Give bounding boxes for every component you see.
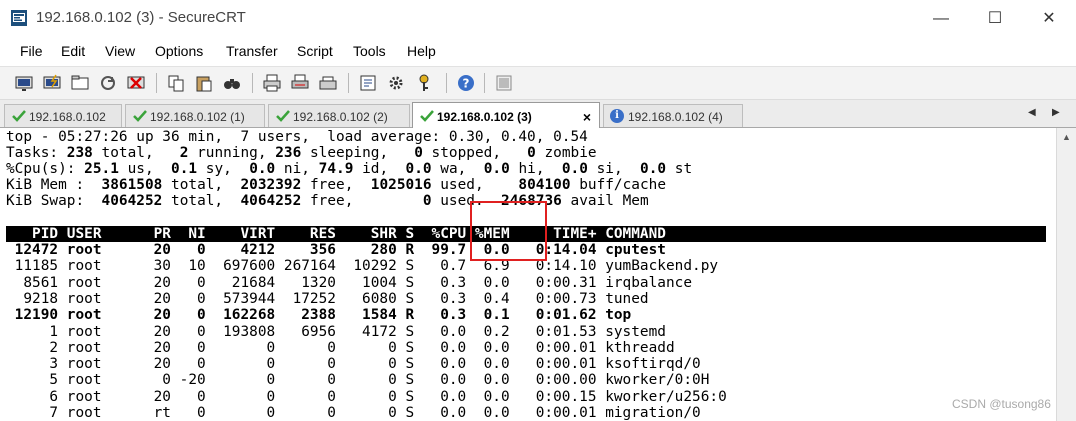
print-setup-icon[interactable]: [318, 73, 338, 93]
global-options-icon[interactable]: [386, 73, 406, 93]
process-row: 6 root 20 0 0 0 0 S 0.0 0.0 0:00.15 kwor…: [6, 388, 727, 405]
menu-bar: File Edit View Options Transfer Script T…: [0, 38, 1076, 64]
menu-view[interactable]: View: [105, 43, 135, 59]
disconnect-icon[interactable]: [126, 73, 146, 93]
top-mem-line: KiB Mem : 3861508 total, 2032392 free, 1…: [6, 177, 667, 193]
process-row: 12472 root 20 0 4212 356 280 R 99.7 0.0 …: [6, 242, 666, 258]
help-icon[interactable]: ?: [456, 73, 476, 93]
find-icon[interactable]: [222, 73, 242, 93]
menu-script[interactable]: Script: [297, 43, 333, 59]
menu-help[interactable]: Help: [407, 43, 436, 59]
toolbar-separator: [156, 73, 157, 93]
session-tab-bar: 192.168.0.102 192.168.0.102 (1) 192.168.…: [0, 100, 1076, 128]
toolbar-separator: [348, 73, 349, 93]
cpu-highlight-box: [470, 201, 547, 261]
copy-icon[interactable]: [166, 73, 186, 93]
process-table-header: PID USER PR NI VIRT RES SHR S %CPU %MEM …: [6, 226, 666, 242]
tab-label: 192.168.0.102: [29, 110, 106, 124]
session-options-icon[interactable]: [358, 73, 378, 93]
toolbar-separator: [484, 73, 485, 93]
process-row: 12190 root 20 0 162268 2388 1584 R 0.3 0…: [6, 307, 632, 324]
quick-connect-icon[interactable]: [42, 73, 62, 93]
tab-session-4[interactable]: i 192.168.0.102 (4): [603, 104, 743, 127]
vertical-scrollbar[interactable]: ▲: [1056, 128, 1076, 421]
toolbar-separator: [252, 73, 253, 93]
tab-label: 192.168.0.102 (2): [293, 110, 388, 124]
connected-check-icon: [420, 110, 434, 122]
svg-text:?: ?: [463, 77, 470, 91]
minimize-button[interactable]: —: [914, 0, 968, 38]
menu-options[interactable]: Options: [155, 43, 203, 59]
maximize-button[interactable]: ☐: [968, 0, 1022, 38]
tab-session-2[interactable]: 192.168.0.102 (2): [268, 104, 410, 127]
securecrt-app-icon: [11, 10, 27, 26]
menu-transfer[interactable]: Transfer: [226, 43, 278, 59]
menu-file[interactable]: File: [20, 43, 43, 59]
paste-icon[interactable]: [194, 73, 214, 93]
top-cpu-line: %Cpu(s): 25.1 us, 0.1 sy, 0.0 ni, 74.9 i…: [6, 161, 693, 177]
tab-scroll-right-icon[interactable]: ▶: [1052, 107, 1060, 118]
terminal-screen[interactable]: top - 05:27:26 up 36 min, 7 users, load …: [0, 128, 1056, 421]
tab-label: 192.168.0.102 (4): [628, 110, 723, 124]
watermark: CSDN @tusong86: [952, 397, 1051, 411]
tab-label: 192.168.0.102 (3): [437, 110, 532, 124]
top-uptime-line: top - 05:27:26 up 36 min, 7 users, load …: [6, 129, 588, 145]
reconnect-icon[interactable]: [98, 73, 118, 93]
top-swap-line: KiB Swap: 4064252 total, 4064252 free, 0…: [6, 193, 649, 209]
connected-check-icon: [133, 110, 147, 122]
process-row: 1 root 20 0 193808 6956 4172 S 0.0 0.2 0…: [6, 323, 666, 340]
process-row: 11185 root 30 10 697600 267164 10292 S 0…: [6, 258, 719, 275]
screen-capture-icon[interactable]: [494, 73, 514, 93]
print-icon[interactable]: [262, 73, 282, 93]
connected-check-icon: [12, 110, 26, 122]
close-button[interactable]: ✕: [1022, 0, 1076, 38]
process-row: 9218 root 20 0 573944 17252 6080 S 0.3 0…: [6, 290, 649, 307]
process-row: 5 root 0 -20 0 0 0 S 0.0 0.0 0:00.00 kwo…: [6, 372, 710, 389]
process-row: 7 root rt 0 0 0 0 S 0.0 0.0 0:00.01 migr…: [6, 405, 701, 421]
connect-tab-icon[interactable]: [70, 73, 90, 93]
tab-close-icon[interactable]: ×: [583, 109, 591, 125]
process-row: 8561 root 20 0 21684 1320 1004 S 0.3 0.0…: [6, 274, 693, 291]
menu-tools[interactable]: Tools: [353, 43, 386, 59]
process-row: 2 root 20 0 0 0 0 S 0.0 0.0 0:00.01 kthr…: [6, 339, 675, 356]
scroll-up-icon[interactable]: ▲: [1062, 132, 1071, 142]
key-icon[interactable]: [414, 73, 434, 93]
top-tasks-line: Tasks: 238 total, 2 running, 236 sleepin…: [6, 145, 597, 161]
window-title: 192.168.0.102 (3) - SecureCRT: [36, 9, 246, 26]
tab-scroll-left-icon[interactable]: ◀: [1028, 107, 1036, 118]
tab-session-1[interactable]: 192.168.0.102 (1): [125, 104, 265, 127]
tab-session-0[interactable]: 192.168.0.102: [4, 104, 122, 127]
title-bar: 192.168.0.102 (3) - SecureCRT — ☐ ✕: [0, 0, 1076, 38]
process-row: 3 root 20 0 0 0 0 S 0.0 0.0 0:00.01 ksof…: [6, 356, 701, 373]
print-selection-icon[interactable]: [290, 73, 310, 93]
toolbar: ?: [0, 66, 1076, 100]
toolbar-separator: [446, 73, 447, 93]
connected-check-icon: [276, 110, 290, 122]
connect-icon[interactable]: [14, 73, 34, 93]
tab-label: 192.168.0.102 (1): [150, 110, 245, 124]
menu-edit[interactable]: Edit: [61, 43, 85, 59]
tab-session-3[interactable]: 192.168.0.102 (3) ×: [412, 102, 600, 128]
info-icon: i: [610, 109, 624, 123]
